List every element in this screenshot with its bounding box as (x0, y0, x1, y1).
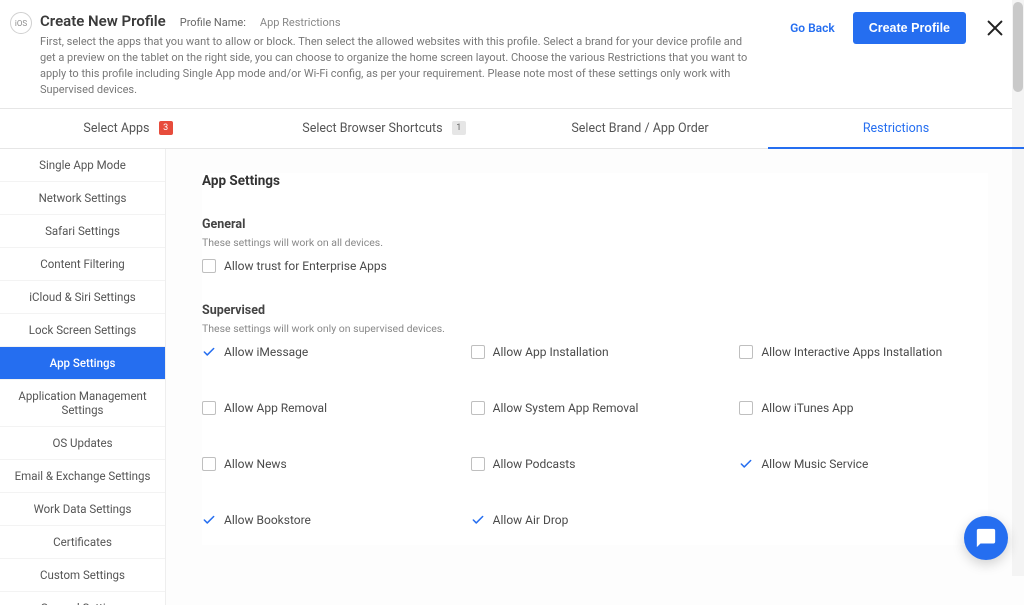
sidebar-item-label: Safari Settings (45, 224, 120, 238)
sidebar: Single App Mode Network Settings Safari Se… (0, 149, 166, 605)
checkbox-label: Allow Podcasts (493, 457, 576, 471)
sidebar-item-label: App Settings (50, 356, 116, 370)
checkbox-row[interactable]: Allow trust for Enterprise Apps (202, 259, 988, 273)
go-back-link[interactable]: Go Back (790, 21, 835, 35)
sidebar-item-label: Email & Exchange Settings (15, 469, 151, 483)
tab-label: Select Browser Shortcuts (302, 121, 442, 136)
sidebar-item[interactable]: Network Settings (0, 182, 165, 215)
sidebar-item-label: Content Filtering (40, 257, 125, 271)
tab-label: Restrictions (863, 121, 929, 136)
sidebar-item-label: Certificates (53, 535, 112, 549)
scrollbar-thumb[interactable] (1013, 2, 1023, 92)
header: iOS Create New Profile Profile Name: App… (0, 0, 1024, 109)
platform-badge: iOS (10, 12, 32, 34)
checkbox-icon[interactable] (202, 401, 216, 415)
sidebar-item-label: Work Data Settings (34, 502, 132, 516)
checkbox-label: Allow Bookstore (224, 513, 311, 527)
tab-badge: 3 (159, 121, 173, 135)
content-area: App Settings General These settings will… (166, 149, 1024, 605)
checkbox-checked-icon[interactable] (202, 513, 216, 527)
checkbox-label: Allow App Removal (224, 401, 327, 415)
checkbox-row[interactable]: Allow Interactive Apps Installation (739, 345, 988, 359)
checkbox-icon[interactable] (471, 345, 485, 359)
page-description: First, select the apps that you want to … (40, 34, 760, 98)
checkbox-icon[interactable] (739, 401, 753, 415)
tab-bar: Select Apps 3 Select Browser Shortcuts 1… (0, 109, 1024, 149)
tab-select-apps[interactable]: Select Apps 3 (0, 109, 256, 148)
sidebar-item-label: Single App Mode (39, 158, 126, 172)
checkbox-row[interactable]: Allow Bookstore (202, 513, 451, 527)
profile-name-value: App Restrictions (260, 16, 341, 29)
checkbox-row[interactable]: Allow iTunes App (739, 401, 988, 415)
sidebar-item[interactable]: iCloud & Siri Settings (0, 281, 165, 314)
checkbox-checked-icon[interactable] (471, 513, 485, 527)
checkbox-label: Allow Music Service (761, 457, 868, 471)
sidebar-item[interactable]: Certificates (0, 526, 165, 559)
checkbox-row[interactable]: Allow Music Service (739, 457, 988, 471)
chat-button[interactable] (964, 516, 1008, 560)
tab-label: Select Apps (83, 121, 149, 136)
checkbox-label: Allow App Installation (493, 345, 609, 359)
tab-select-brand[interactable]: Select Brand / App Order (512, 109, 768, 148)
checkbox-label: Allow iMessage (224, 345, 308, 359)
checkbox-label: Allow Air Drop (493, 513, 569, 527)
checkbox-icon[interactable] (471, 401, 485, 415)
sidebar-item-label: General Settings (41, 601, 125, 605)
sidebar-item[interactable]: Custom Settings (0, 559, 165, 592)
sidebar-item-label: OS Updates (52, 436, 112, 450)
scrollbar-track[interactable] (1012, 0, 1024, 576)
checkbox-label: Allow iTunes App (761, 401, 853, 415)
checkbox-icon[interactable] (202, 457, 216, 471)
sidebar-item-label: Custom Settings (40, 568, 125, 582)
group-title-supervised: Supervised (202, 303, 988, 318)
checkbox-label: Allow trust for Enterprise Apps (224, 259, 387, 273)
page-title: Create New Profile (40, 12, 166, 30)
checkbox-icon[interactable] (739, 345, 753, 359)
checkbox-label: Allow System App Removal (493, 401, 639, 415)
tab-badge: 1 (452, 121, 466, 135)
tab-label: Select Brand / App Order (571, 121, 708, 136)
tab-select-browser-shortcuts[interactable]: Select Browser Shortcuts 1 (256, 109, 512, 148)
group-subtitle-general: These settings will work on all devices. (202, 236, 988, 249)
profile-name-label: Profile Name: (180, 16, 246, 29)
checkbox-label: Allow Interactive Apps Installation (761, 345, 942, 359)
checkbox-row[interactable]: Allow News (202, 457, 451, 471)
tab-restrictions[interactable]: Restrictions (768, 109, 1024, 148)
checkbox-checked-icon[interactable] (202, 345, 216, 359)
sidebar-item[interactable]: Content Filtering (0, 248, 165, 281)
checkbox-label: Allow News (224, 457, 287, 471)
sidebar-item[interactable]: Safari Settings (0, 215, 165, 248)
checkbox-icon[interactable] (202, 259, 216, 273)
checkbox-icon[interactable] (471, 457, 485, 471)
sidebar-item[interactable]: Lock Screen Settings (0, 314, 165, 347)
checkbox-row[interactable]: Allow App Removal (202, 401, 451, 415)
create-profile-button[interactable]: Create Profile (853, 12, 966, 44)
sidebar-item-label: Lock Screen Settings (29, 323, 136, 337)
sidebar-item[interactable]: OS Updates (0, 427, 165, 460)
checkbox-row[interactable]: Allow App Installation (471, 345, 720, 359)
checkbox-row[interactable]: Allow Air Drop (471, 513, 720, 527)
sidebar-item-label: Application Management Settings (18, 389, 146, 417)
section-title: App Settings (202, 173, 988, 189)
sidebar-item[interactable]: Email & Exchange Settings (0, 460, 165, 493)
group-subtitle-supervised: These settings will work only on supervi… (202, 322, 988, 335)
sidebar-item-label: iCloud & Siri Settings (29, 290, 135, 304)
checkbox-checked-icon[interactable] (739, 457, 753, 471)
sidebar-item[interactable]: App Settings (0, 347, 165, 380)
sidebar-item-label: Network Settings (39, 191, 127, 205)
sidebar-item[interactable]: General Settings (0, 592, 165, 605)
sidebar-item[interactable]: Single App Mode (0, 149, 165, 182)
close-icon[interactable] (984, 17, 1006, 39)
sidebar-item[interactable]: Work Data Settings (0, 493, 165, 526)
checkbox-row[interactable]: Allow Podcasts (471, 457, 720, 471)
checkbox-row[interactable]: Allow iMessage (202, 345, 451, 359)
group-title-general: General (202, 217, 988, 232)
checkbox-row[interactable]: Allow System App Removal (471, 401, 720, 415)
sidebar-item[interactable]: Application Management Settings (0, 380, 165, 427)
